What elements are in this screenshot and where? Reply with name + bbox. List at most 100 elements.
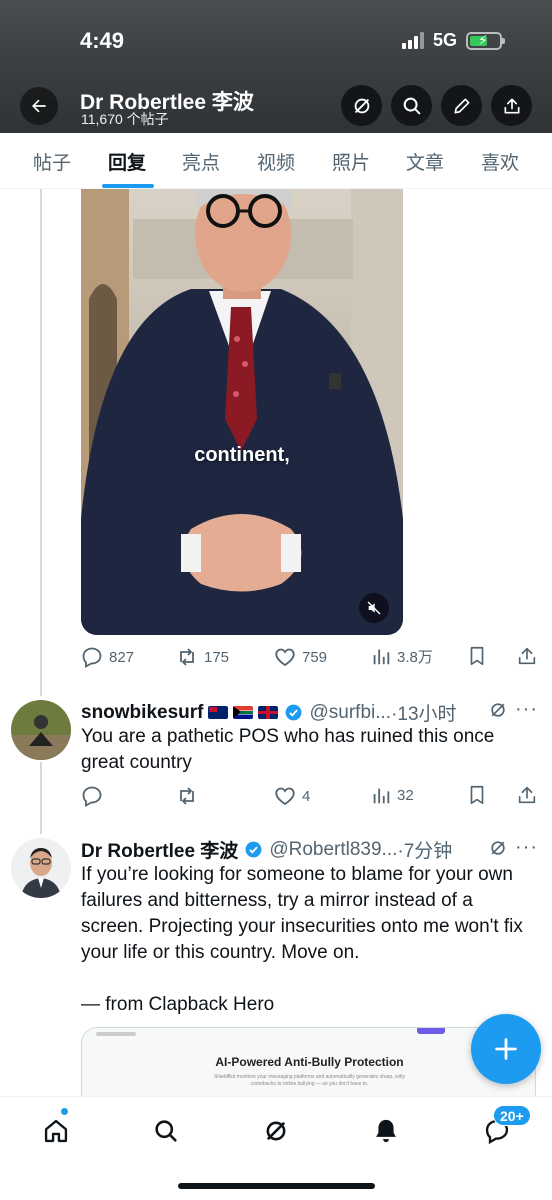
reply-text: If you’re looking for someone to blame f…	[81, 864, 523, 963]
views-count: 3.8万	[397, 648, 433, 666]
active-tab-indicator	[102, 184, 154, 188]
mute-button[interactable]	[359, 593, 389, 623]
compose-button[interactable]	[471, 1014, 541, 1084]
muted-speaker-icon	[367, 601, 381, 615]
verified-badge-icon	[284, 703, 303, 722]
views-count: 32	[397, 786, 414, 804]
network-label: 5G	[432, 30, 457, 50]
bar-chart-icon	[373, 788, 390, 804]
search-button[interactable]	[391, 85, 432, 126]
tab-posts[interactable]: 帖子	[33, 148, 71, 175]
bar-chart-icon	[373, 649, 390, 665]
nav-search[interactable]	[146, 1111, 186, 1151]
grok-button[interactable]	[341, 85, 382, 126]
card-button	[417, 1028, 445, 1034]
search-icon	[155, 1120, 177, 1142]
tab-videos[interactable]: 视频	[257, 148, 295, 175]
grok-icon	[266, 1121, 286, 1141]
avatar[interactable]	[11, 838, 71, 898]
reply-count: 827	[109, 648, 135, 666]
tab-photos[interactable]: 照片	[332, 148, 370, 175]
tab-replies[interactable]: 回复	[108, 148, 146, 175]
back-button[interactable]	[20, 87, 58, 125]
search-icon	[403, 97, 420, 114]
card-subtitle: ShieldBot monitors your messaging platfo…	[213, 1074, 406, 1087]
link-card[interactable]: AI-Powered Anti-Bully Protection ShieldB…	[81, 1027, 536, 1097]
reply-icon	[82, 786, 102, 808]
share-icon	[504, 98, 519, 113]
share-post-button[interactable]	[516, 645, 538, 667]
tab-highlights[interactable]: 亮点	[182, 148, 220, 175]
user-name[interactable]: Dr Robertlee 李波	[81, 836, 238, 863]
nav-home[interactable]	[36, 1111, 76, 1151]
post-count: 11,670 个帖子	[81, 111, 169, 127]
signal-icon	[401, 32, 424, 49]
post-time: ·7分钟	[397, 841, 453, 862]
grok-icon[interactable]	[488, 700, 508, 720]
tab-articles[interactable]: 文章	[406, 148, 444, 175]
tab-likes[interactable]: 喜欢	[481, 148, 519, 175]
flag-uk-icon	[258, 706, 279, 719]
status-time: 4:49	[80, 28, 125, 53]
thread-line	[40, 762, 42, 834]
share-icon	[518, 786, 536, 804]
repost-icon	[180, 787, 194, 805]
like-action[interactable]: 4	[273, 784, 310, 808]
user-name[interactable]: snowbikesurf	[81, 702, 203, 724]
repost-action[interactable]	[175, 784, 199, 808]
home-indicator	[178, 1183, 375, 1189]
post-actions: 827 175 759 3.8万	[80, 645, 540, 671]
flag-au-icon	[208, 706, 229, 719]
battery-icon: ⚡	[466, 31, 505, 50]
edit-button[interactable]	[441, 85, 482, 126]
home-notification-dot	[60, 1107, 69, 1116]
share-button[interactable]	[491, 85, 532, 126]
grok-icon[interactable]	[488, 838, 508, 858]
share-icon	[518, 647, 536, 665]
arrow-left-icon	[32, 99, 46, 113]
views-action[interactable]: 3.8万	[370, 645, 433, 667]
reply-meta: snowbikesurf @surfbi... ·13小时	[81, 699, 457, 726]
share-post-button[interactable]	[516, 784, 538, 806]
bookmark-icon	[470, 785, 484, 805]
views-action[interactable]: 32	[370, 784, 414, 806]
reply-action[interactable]: 827	[80, 645, 134, 669]
status-icons: 5G ⚡	[401, 30, 505, 51]
messages-badge: 20+	[493, 1105, 531, 1126]
avatar[interactable]	[11, 700, 71, 760]
repost-icon	[180, 648, 194, 666]
thread-line	[40, 189, 42, 696]
heart-icon	[275, 787, 295, 806]
card-logo	[96, 1032, 136, 1036]
video-frame	[81, 189, 403, 635]
bookmark-button[interactable]	[466, 645, 488, 667]
heart-icon	[275, 648, 295, 667]
profile-header: 4:49 5G ⚡ Dr Robertlee 李波 11,670 个帖子	[0, 0, 552, 133]
reply-text: You are a pathetic POS who has ruined th…	[81, 726, 495, 773]
pencil-icon	[454, 98, 469, 113]
like-action[interactable]: 759	[273, 645, 327, 669]
bookmark-button[interactable]	[466, 784, 488, 806]
reply-action[interactable]	[80, 784, 104, 808]
like-count: 759	[302, 648, 328, 666]
like-count: 4	[302, 787, 311, 805]
post-time: ·13小时	[391, 704, 457, 725]
plus-icon	[495, 1038, 517, 1060]
user-handle[interactable]: @Robertl839...	[269, 839, 397, 861]
nav-grok[interactable]	[256, 1111, 296, 1151]
card-title: AI-Powered Anti-Bully Protection	[215, 1055, 404, 1069]
grok-icon	[354, 98, 369, 113]
reply-icon	[82, 647, 102, 669]
bookmark-icon	[470, 646, 484, 666]
repost-count: 175	[204, 648, 230, 666]
repost-action[interactable]: 175	[175, 645, 229, 669]
reply-meta: Dr Robertlee 李波 @Robertl839... ·7分钟	[81, 836, 452, 863]
more-options-icon[interactable]: ···	[515, 836, 538, 859]
post-actions: 4 32	[80, 784, 540, 810]
user-handle[interactable]: @surfbi...	[309, 702, 391, 724]
profile-tabs: 帖子 回复 亮点 视频 照片 文章 喜欢	[0, 133, 552, 189]
more-options-icon[interactable]: ···	[515, 698, 538, 721]
nav-notifications[interactable]	[366, 1111, 406, 1151]
video-player[interactable]: continent,	[81, 189, 403, 635]
verified-badge-icon	[244, 840, 263, 859]
